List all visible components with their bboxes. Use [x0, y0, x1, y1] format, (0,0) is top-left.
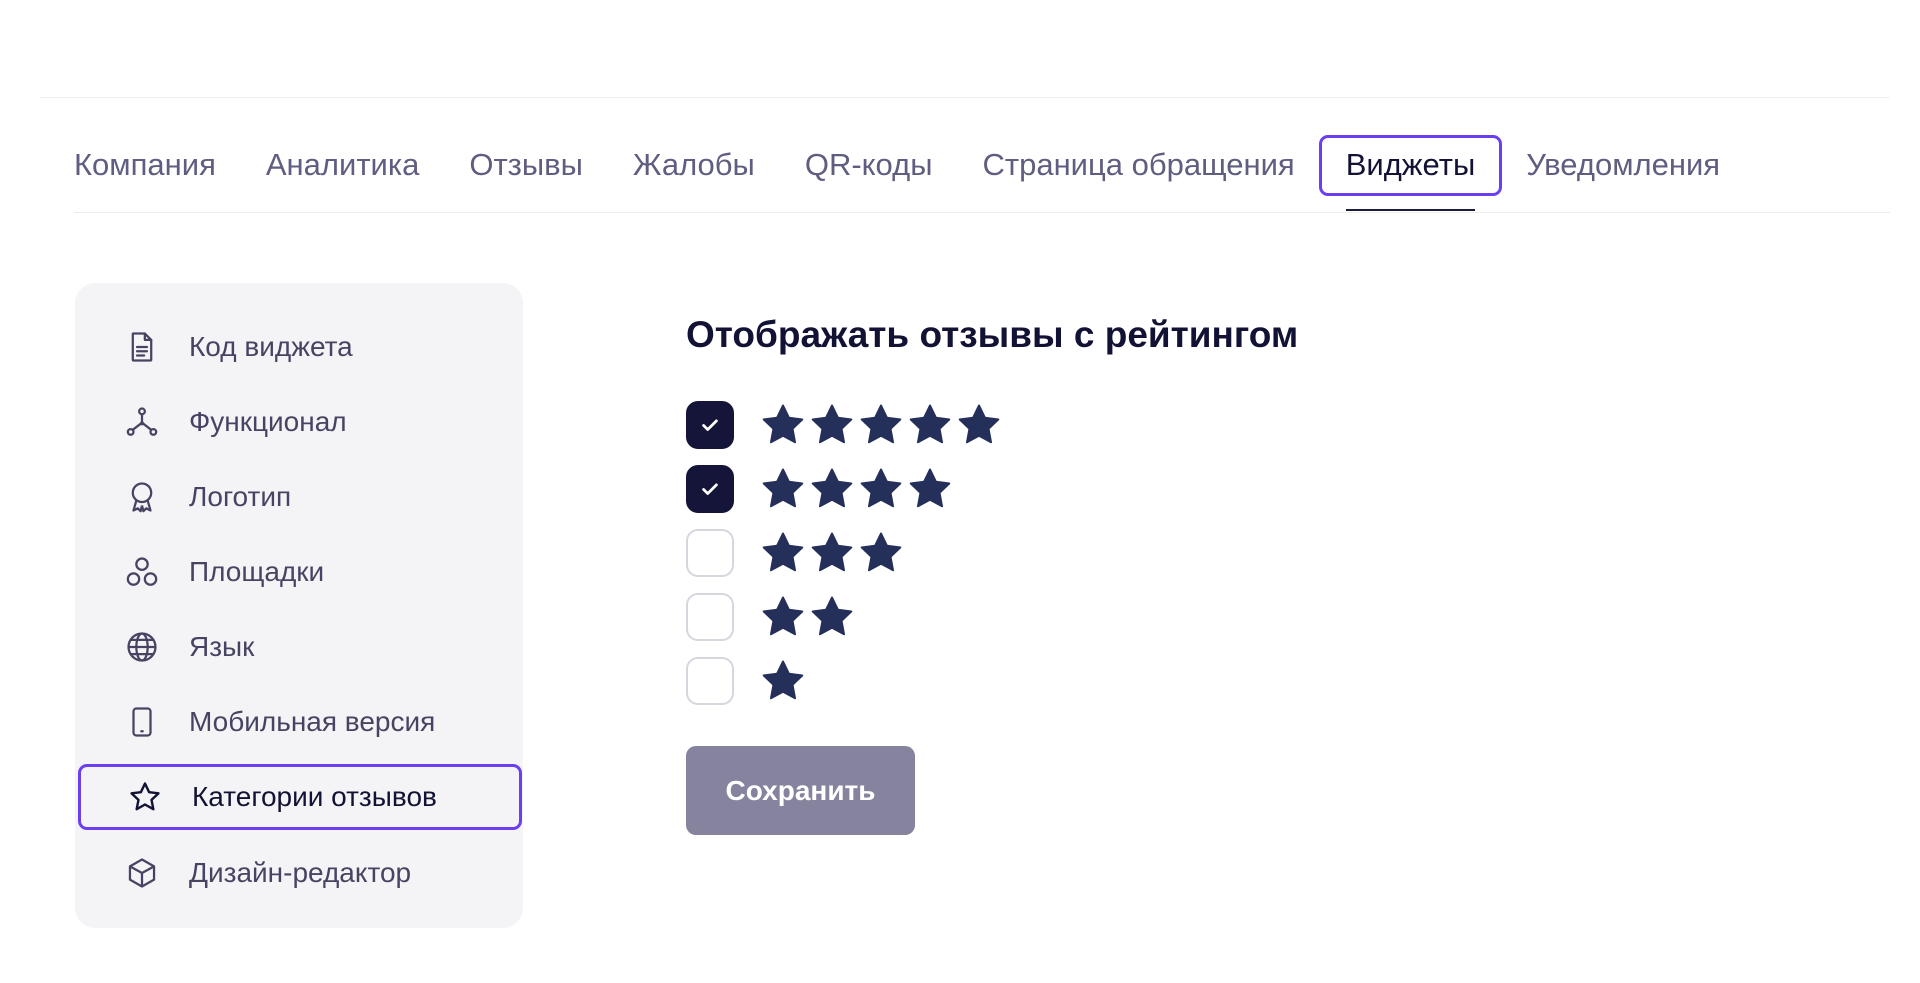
star-icon	[811, 404, 853, 444]
nodes-icon	[125, 405, 159, 439]
sidebar-item-label: Площадки	[189, 556, 325, 587]
sidebar-item-logo[interactable]: Логотип	[75, 469, 523, 525]
sidebar-item-label: Язык	[189, 631, 255, 662]
cube-icon	[125, 856, 159, 890]
rating-option-5[interactable]	[686, 400, 1005, 450]
rating-option-3[interactable]	[686, 528, 907, 578]
sidebar-item-label: Категории отзывов	[192, 781, 437, 812]
smartphone-icon	[125, 705, 159, 739]
top-divider	[40, 97, 1890, 98]
sidebar-item-label: Логотип	[189, 481, 292, 512]
sidebar-item-label: Функционал	[189, 406, 347, 437]
rating-option-4[interactable]	[686, 464, 956, 514]
tab-notifications[interactable]: Уведомления	[1526, 135, 1720, 183]
star-rating	[760, 658, 809, 704]
star-icon	[860, 404, 902, 444]
page-title: Отображать отзывы с рейтингом	[686, 314, 1299, 355]
sidebar-item-functionality[interactable]: Функционал	[75, 394, 523, 450]
widgets-settings-page: Компания Аналитика Отзывы Жалобы QR-коды…	[0, 0, 1920, 983]
star-rating	[760, 402, 1005, 448]
globe-icon	[125, 630, 159, 664]
rating-checkbox[interactable]	[686, 401, 734, 449]
star-icon	[860, 468, 902, 508]
star-icon	[128, 780, 162, 814]
star-icon	[762, 404, 804, 444]
rating-checkbox[interactable]	[686, 593, 734, 641]
star-icon	[811, 532, 853, 572]
star-icon	[958, 404, 1000, 444]
sidebar-item-language[interactable]: Язык	[75, 619, 523, 675]
tab-company[interactable]: Компания	[74, 135, 216, 183]
sidebar-item-platforms[interactable]: Площадки	[75, 544, 523, 600]
circles-icon	[125, 555, 159, 589]
sidebar-item-mobile-version[interactable]: Мобильная версия	[75, 694, 523, 750]
sidebar-item-review-categories[interactable]: Категории отзывов	[78, 764, 522, 830]
rating-option-1[interactable]	[686, 656, 809, 706]
tab-qr-codes[interactable]: QR-коды	[805, 135, 933, 183]
widget-settings-sidebar: Код виджета Функционал Логотип Площадки …	[75, 283, 523, 928]
sidebar-item-label: Мобильная версия	[189, 706, 436, 737]
star-icon	[860, 532, 902, 572]
star-rating	[760, 466, 956, 512]
document-icon	[125, 330, 159, 364]
rating-checkbox[interactable]	[686, 465, 734, 513]
sidebar-item-design-editor[interactable]: Дизайн-редактор	[75, 845, 523, 901]
tab-bar: Компания Аналитика Отзывы Жалобы QR-коды…	[74, 135, 1890, 213]
rating-checkbox[interactable]	[686, 657, 734, 705]
star-icon	[762, 532, 804, 572]
tab-request-page[interactable]: Страница обращения	[983, 135, 1295, 183]
tab-complaints[interactable]: Жалобы	[633, 135, 755, 183]
star-icon	[762, 660, 804, 700]
sidebar-item-label: Дизайн-редактор	[189, 857, 412, 888]
rating-checkbox[interactable]	[686, 529, 734, 577]
tab-analytics[interactable]: Аналитика	[266, 135, 419, 183]
star-icon	[762, 468, 804, 508]
star-icon	[762, 596, 804, 636]
rating-option-2[interactable]	[686, 592, 858, 642]
star-rating	[760, 530, 907, 576]
save-button[interactable]: Сохранить	[686, 746, 915, 835]
sidebar-item-widget-code[interactable]: Код виджета	[75, 319, 523, 375]
tab-reviews[interactable]: Отзывы	[469, 135, 583, 183]
award-icon	[125, 480, 159, 514]
star-icon	[811, 596, 853, 636]
sidebar-item-label: Код виджета	[189, 331, 353, 362]
star-icon	[909, 468, 951, 508]
star-icon	[811, 468, 853, 508]
tab-widgets[interactable]: Виджеты	[1318, 135, 1503, 212]
star-icon	[909, 404, 951, 444]
star-rating	[760, 594, 858, 640]
